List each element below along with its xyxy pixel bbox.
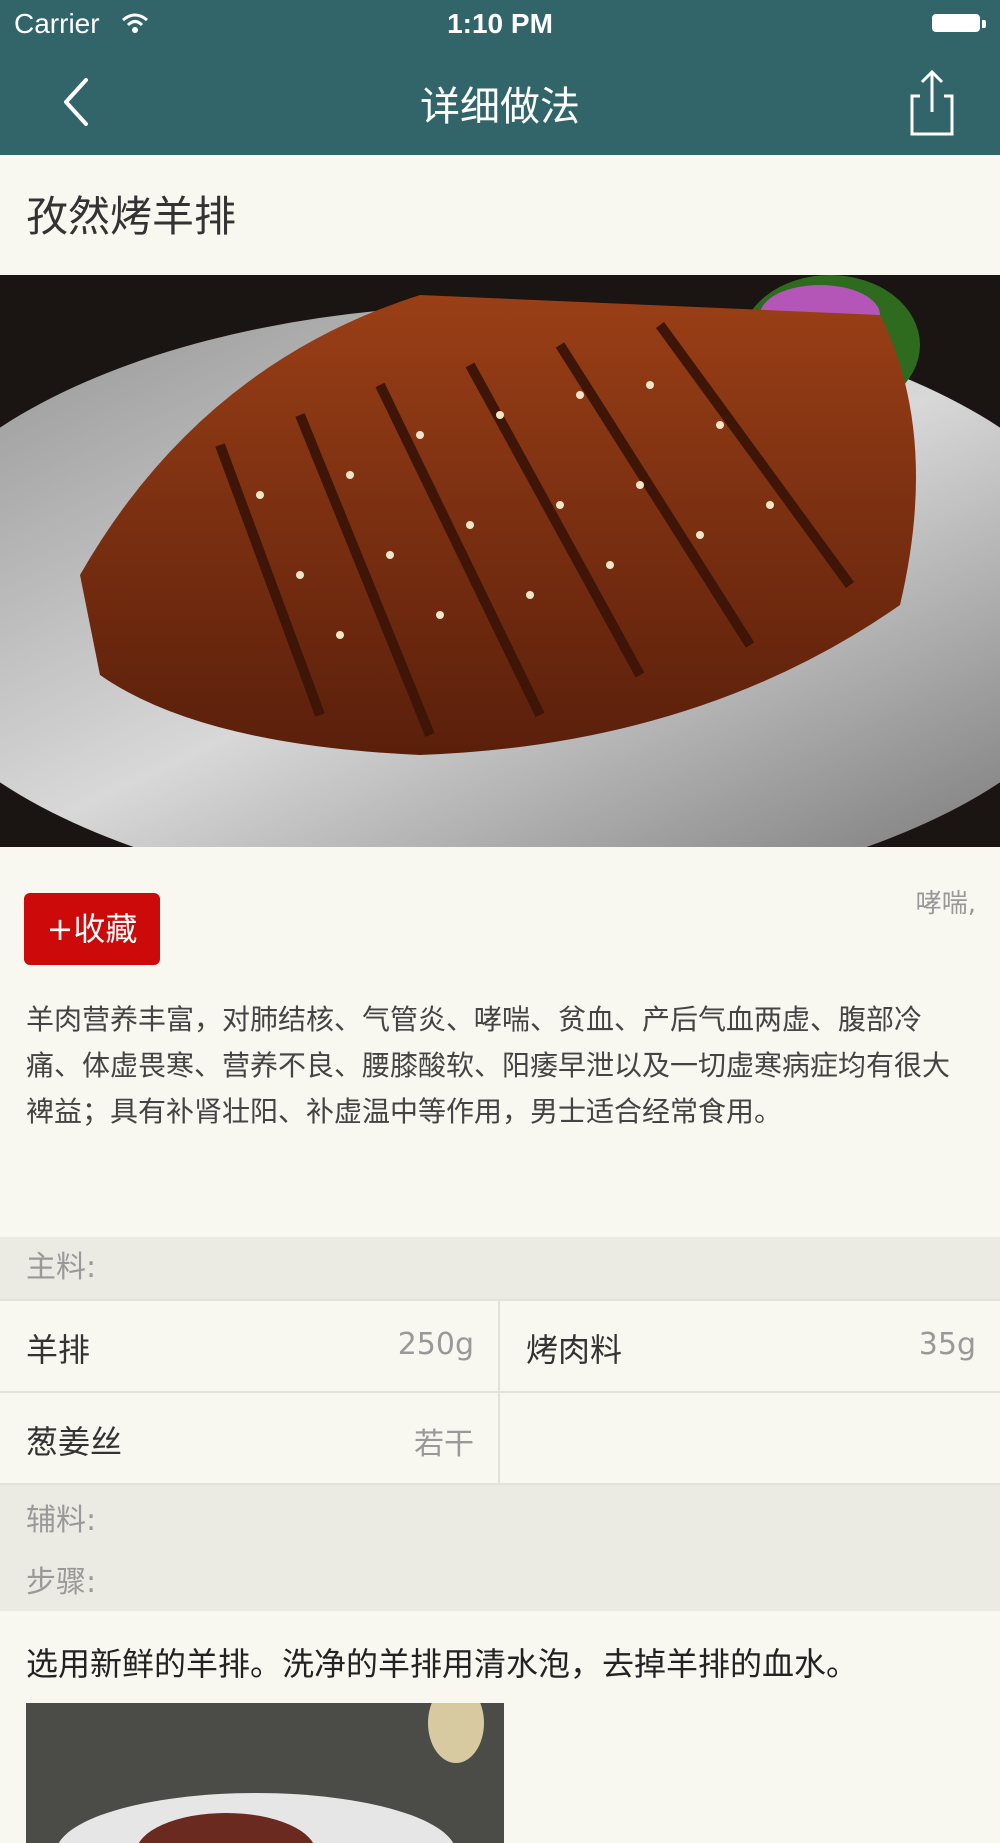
battery-icon <box>932 14 986 34</box>
ingredient-cell: 葱姜丝 若干 <box>0 1393 500 1485</box>
step-text: 选用新鲜的羊排。洗净的羊排用清水泡，去掉羊排的血水。 <box>26 1645 859 1683</box>
ingredient-name: 羊排 <box>26 1331 91 1369</box>
ingredient-qty: 35g <box>918 1327 976 1362</box>
recipe-title: 孜然烤羊排 <box>26 192 237 241</box>
ingredient-qty: 250g <box>397 1327 474 1362</box>
status-bar: Carrier 1:10 PM <box>0 0 1000 50</box>
nav-title: 详细做法 <box>420 84 580 130</box>
effect-tag: 哮喘, <box>915 889 976 919</box>
aux-ingredients-label: 辅料: <box>26 1503 97 1538</box>
aux-and-steps-header: 辅料: 步骤: <box>0 1485 1000 1611</box>
nav-bar: 详细做法 <box>0 50 1000 155</box>
status-time: 1:10 PM <box>447 8 553 39</box>
steps-label: 步骤: <box>26 1565 97 1600</box>
share-icon <box>910 69 954 136</box>
add-favorite-button[interactable]: +收藏 <box>24 893 160 965</box>
recipe-title-area: 孜然烤羊排 <box>0 155 1000 275</box>
header: Carrier 1:10 PM 详细做法 <box>0 0 1000 155</box>
ingredient-cell-empty <box>500 1393 1000 1485</box>
recipe-details: +收藏 哮喘, 羊肉营养丰富，对肺结核、气管炎、哮喘、贫血、产后气血两虚、腹部冷… <box>0 847 1000 1843</box>
favorite-row: +收藏 哮喘, <box>0 847 1000 997</box>
main-ingredients-header: 主料: <box>0 1237 1000 1299</box>
ingredient-name: 烤肉料 <box>526 1331 623 1369</box>
ingredient-cell: 羊排 250g <box>0 1301 500 1393</box>
step-photo <box>26 1703 504 1843</box>
recipe-description: 羊肉营养丰富，对肺结核、气管炎、哮喘、贫血、产后气血两虚、腹部冷痛、体虚畏寒、营… <box>26 1003 951 1128</box>
ingredient-qty: 若干 <box>414 1427 474 1462</box>
share-button[interactable] <box>900 68 960 138</box>
ingredients-grid: 羊排 250g 烤肉料 35g 葱姜丝 若干 <box>0 1299 1000 1485</box>
ingredient-cell: 烤肉料 35g <box>500 1301 1000 1393</box>
ingredient-name: 葱姜丝 <box>26 1423 123 1461</box>
recipe-photo <box>0 275 1000 847</box>
